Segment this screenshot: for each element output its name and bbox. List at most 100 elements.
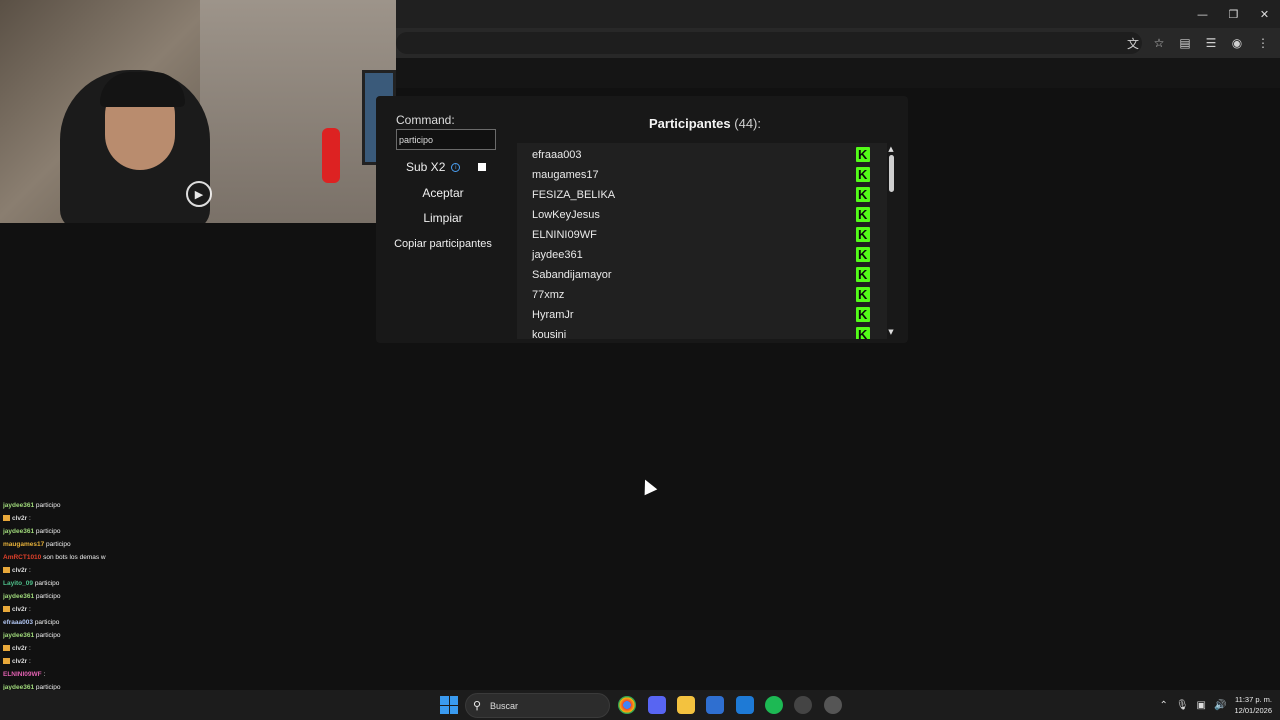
participants-title: Participantes	[648, 116, 731, 131]
chat-message: clv2r :	[3, 567, 31, 580]
kick-logo-icon	[856, 227, 870, 242]
system-tray: ⌃ 🎙 ▣ 🔊 11:37 p. m. 12/01/2026	[1159, 692, 1272, 718]
participants-count: (44):	[734, 116, 761, 131]
scroll-down-arrow-icon[interactable]: ▼	[887, 328, 895, 336]
chat-text: participo	[34, 580, 60, 587]
chat-message: AmRCT1010 son bots los demas w	[3, 554, 106, 567]
participants-heading: Participantes (44):	[540, 116, 870, 131]
restore-icon[interactable]: ❐	[1218, 0, 1249, 28]
toolbar-icons: 文 ☆ ▤ ☰ ◉ ⋮	[1122, 32, 1274, 54]
chat-username[interactable]: clv2r	[12, 515, 27, 522]
chat-username[interactable]: clv2r	[12, 606, 27, 613]
chat-username[interactable]: jaydee361	[3, 528, 34, 535]
clear-button[interactable]: Limpiar	[396, 208, 490, 228]
bookmark-star-icon[interactable]: ☆	[1148, 32, 1170, 54]
chat-username[interactable]: Layito_09	[3, 580, 33, 587]
chat-username[interactable]: jaydee361	[3, 632, 34, 639]
windows-taskbar: ⚲ Buscar ⌃ 🎙 ▣ 🔊 11:37 p. m. 12/01/2026	[0, 690, 1280, 720]
chat-message: jaydee361 participo	[3, 528, 60, 541]
kick-logo-icon	[856, 147, 870, 162]
participant-row: LowKeyJesus	[517, 205, 877, 225]
chat-username[interactable]: maugames17	[3, 541, 44, 548]
chat-message: jaydee361 participo	[3, 502, 60, 515]
chat-username[interactable]: jaydee361	[3, 593, 34, 600]
close-icon[interactable]: ✕	[1249, 0, 1280, 28]
extensions-icon[interactable]: ▤	[1174, 32, 1196, 54]
spotify-icon[interactable]	[765, 696, 783, 714]
clock[interactable]: 11:37 p. m. 12/01/2026	[1234, 694, 1272, 716]
participant-row: FESIZA_BELIKA	[517, 185, 877, 205]
chat-text: :	[29, 658, 31, 665]
translate-icon[interactable]: 文	[1122, 32, 1144, 54]
chrome-icon[interactable]	[618, 696, 636, 714]
kick-logo-icon	[856, 167, 870, 182]
accept-button[interactable]: Aceptar	[396, 183, 490, 203]
chat-message: clv2r :	[3, 606, 31, 619]
chat-text: :	[29, 515, 31, 522]
chat-message: clv2r :	[3, 515, 31, 528]
kick-logo-icon	[856, 187, 870, 202]
chat-username[interactable]: ELNINI09WF	[3, 671, 42, 678]
participant-row: ELNINI09WF	[517, 225, 877, 245]
chat-username[interactable]: AmRCT1010	[3, 554, 41, 561]
chat-username[interactable]: clv2r	[12, 567, 27, 574]
app-icon[interactable]	[794, 696, 812, 714]
participant-name: LowKeyJesus	[532, 209, 600, 221]
taskbar-search[interactable]: ⚲ Buscar	[465, 693, 610, 718]
participant-name: maugames17	[532, 169, 599, 181]
subx2-row: Sub X2 i	[406, 160, 461, 174]
command-input[interactable]	[396, 129, 496, 150]
chat-username[interactable]: jaydee361	[3, 502, 34, 509]
chat-text: participo	[35, 502, 61, 509]
chat-message: jaydee361 participo	[3, 632, 60, 645]
microphone-icon[interactable]: 🎙	[1176, 700, 1189, 711]
chat-message: jaydee361 participo	[3, 593, 60, 606]
badge-icon	[3, 515, 10, 522]
kick-logo-icon	[856, 247, 870, 262]
scrollbar-thumb[interactable]	[889, 155, 894, 192]
participant-name: jaydee361	[532, 249, 583, 261]
chat-username[interactable]: clv2r	[12, 658, 27, 665]
clock-date: 12/01/2026	[1234, 706, 1272, 715]
participants-list[interactable]: efraaa003 maugames17 FESIZA_BELIKA LowKeyJe…	[517, 143, 887, 339]
kick-logo-icon	[856, 287, 870, 302]
chevron-up-icon[interactable]: ⌃	[1159, 700, 1167, 711]
store-icon[interactable]	[706, 696, 724, 714]
chat-overlay: jaydee361 participo clv2r : jaydee361 part…	[3, 500, 203, 690]
file-explorer-icon[interactable]	[677, 696, 695, 714]
menu-kebab-icon[interactable]: ⋮	[1252, 32, 1274, 54]
streamer-cap	[100, 72, 185, 107]
volume-icon[interactable]: 🔊	[1214, 700, 1226, 711]
profile-avatar-icon[interactable]: ◉	[1226, 32, 1248, 54]
chat-username[interactable]: efraaa003	[3, 619, 33, 626]
participant-row: jaydee361	[517, 245, 877, 265]
clock-time: 11:37 p. m.	[1235, 695, 1272, 704]
copy-participants-button[interactable]: Copiar participantes	[390, 234, 496, 254]
network-icon[interactable]: ▣	[1197, 700, 1206, 711]
chat-message: clv2r :	[3, 658, 31, 671]
window-controls: — ❐ ✕	[1187, 0, 1280, 28]
badge-icon	[3, 606, 10, 613]
scroll-up-arrow-icon[interactable]: ▲	[887, 145, 895, 153]
subx2-label: Sub X2	[406, 160, 446, 174]
subx2-checkbox[interactable]	[478, 163, 486, 171]
windows-start-icon[interactable]	[440, 696, 458, 714]
badge-icon	[3, 567, 10, 574]
participant-row: HyramJr	[517, 305, 877, 325]
command-label: Command:	[396, 113, 455, 127]
discord-icon[interactable]	[648, 696, 666, 714]
chat-username[interactable]: clv2r	[12, 645, 27, 652]
chat-text: :	[43, 671, 46, 678]
chat-message: maugames17 participo	[3, 541, 71, 554]
address-bar[interactable]	[396, 32, 1142, 54]
info-icon[interactable]: i	[451, 162, 461, 172]
participant-name: Sabandijamayor	[532, 269, 612, 281]
pinned-app-icon[interactable]	[824, 696, 842, 714]
media-control-icon[interactable]: ☰	[1200, 32, 1222, 54]
mail-icon[interactable]	[736, 696, 754, 714]
chat-text: :	[29, 606, 31, 613]
minimize-icon[interactable]: —	[1187, 0, 1218, 28]
chat-message: Layito_09 participo	[3, 580, 59, 593]
chat-text: son bots los demas w	[43, 554, 106, 561]
search-icon: ⚲	[473, 699, 482, 712]
